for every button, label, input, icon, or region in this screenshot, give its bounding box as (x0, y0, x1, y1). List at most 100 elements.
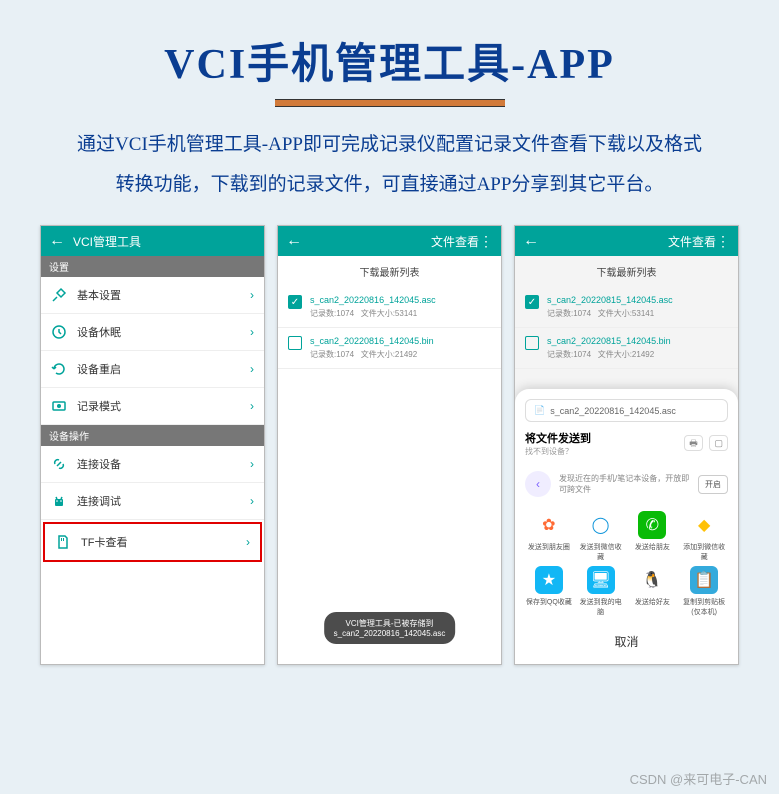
file-info: s_can2_20220815_142045.asc 记录数:1074 文件大小… (547, 293, 728, 321)
file-records: 记录数:1074 (547, 350, 591, 359)
file-name: s_can2_20220816_142045.bin (310, 334, 491, 348)
share-app[interactable]: ✆ 发送给朋友 (629, 511, 677, 562)
qq-fav-icon: ★ (535, 566, 563, 594)
menu-label: TF卡查看 (81, 534, 246, 550)
share-app[interactable]: ★保存到QQ收藏 (525, 566, 573, 617)
share-prompt-row: 将文件发送到 找不到设备？ 🖶 ▢ (525, 430, 728, 457)
clipboard-icon: 📋 (690, 566, 718, 594)
menu-item-device-sleep[interactable]: 设备休眠 › (41, 314, 264, 351)
topbar-title: 文件查看 (310, 233, 479, 250)
send-pc-icon: 🖥 (587, 566, 615, 594)
file-size: 文件大小:21492 (361, 350, 417, 359)
more-icon[interactable]: ⋮ (716, 233, 730, 250)
phone-3-share-sheet: ← 文件查看 ⋮ 下载最新列表 ✓ s_can2_20220815_142045… (514, 225, 739, 665)
file-records: 记录数:1074 (310, 350, 354, 359)
app-label: 发送到我的电脑 (577, 597, 625, 617)
back-icon[interactable]: ← (49, 232, 65, 250)
cancel-button[interactable]: 取消 (525, 623, 728, 654)
app-label: 添加到微信收藏 (680, 542, 728, 562)
file-icon: 📄 (534, 405, 545, 416)
file-row[interactable]: s_can2_20220815_142045.bin 记录数:1074 文件大小… (515, 328, 738, 369)
share-app[interactable]: 📋 复制到剪贴板(仅本机) (680, 566, 728, 617)
more-icon[interactable]: ⋮ (479, 233, 493, 250)
wechat-icon: ✆ (638, 511, 666, 539)
link-icon (51, 456, 67, 472)
chevron-right-icon: › (250, 288, 254, 302)
share-app[interactable]: ◆ 添加到微信收藏 (680, 511, 728, 562)
checkbox-icon[interactable]: ✓ (525, 295, 539, 309)
share-file-tag: 📄 s_can2_20220816_142045.asc (525, 399, 728, 422)
hint-text: 发现近在的手机/笔记本设备，开放即可跨文件 (559, 473, 690, 495)
print-icon[interactable]: 🖶 (684, 435, 703, 451)
topbar: ← VCI管理工具 (41, 226, 264, 256)
menu-label: 设备重启 (77, 361, 250, 377)
app-label: 发送到微信收藏 (577, 542, 625, 562)
menu-label: 设备休眠 (77, 324, 250, 340)
file-size: 文件大小:53141 (361, 309, 417, 318)
file-row[interactable]: s_can2_20220816_142045.bin 记录数:1074 文件大小… (278, 328, 501, 369)
file-records: 记录数:1074 (310, 309, 354, 318)
open-button[interactable]: 开启 (698, 475, 728, 494)
toast-line: s_can2_20220816_142045.asc (334, 629, 446, 638)
wechat-fav-icon: ◯ (587, 511, 615, 539)
highlight-box: TF卡查看 › (43, 522, 262, 562)
menu-item-tf-card[interactable]: TF卡查看 › (45, 524, 260, 560)
android-icon (51, 493, 67, 509)
record-icon (51, 398, 67, 414)
toast-line: VCI管理工具-已被存储到 (334, 618, 446, 629)
watermark-text: CSDN @来可电子-CAN (630, 769, 767, 788)
menu-item-device-restart[interactable]: 设备重启 › (41, 351, 264, 388)
share-app[interactable]: ✿发送到朋友圈 (525, 511, 573, 562)
menu-item-basic-settings[interactable]: 基本设置 › (41, 277, 264, 314)
file-name: s_can2_20220816_142045.asc (310, 293, 491, 307)
file-name: s_can2_20220815_142045.bin (547, 334, 728, 348)
tools-icon (51, 287, 67, 303)
moments-icon: ✿ (535, 511, 563, 539)
share-app[interactable]: 🖥 发送到我的电脑 (577, 566, 625, 617)
chevron-right-icon: › (250, 457, 254, 471)
clock-icon (51, 324, 67, 340)
back-icon[interactable]: ← (523, 232, 539, 250)
qq-icon: 🐧 (638, 566, 666, 594)
chevron-right-icon: › (250, 399, 254, 413)
menu-label: 连接设备 (77, 456, 250, 472)
phone-2-file-list: ← 文件查看 ⋮ 下载最新列表 ✓ s_can2_20220816_142045… (277, 225, 502, 665)
toast-message: VCI管理工具-已被存储到 s_can2_20220816_142045.asc (324, 612, 456, 644)
app-label: 发送给朋友 (629, 542, 677, 552)
chevron-right-icon: › (250, 494, 254, 508)
menu-item-record-mode[interactable]: 记录模式 › (41, 388, 264, 425)
menu-label: 记录模式 (77, 398, 250, 414)
checkbox-icon[interactable] (525, 336, 539, 350)
app-label: 复制到剪贴板(仅本机) (680, 597, 728, 617)
file-row[interactable]: ✓ s_can2_20220816_142045.asc 记录数:1074 文件… (278, 287, 501, 328)
app-label: 发送给好友 (629, 597, 677, 607)
wechat-collect-icon: ◆ (690, 511, 718, 539)
file-row[interactable]: ✓ s_can2_20220815_142045.asc 记录数:1074 文件… (515, 287, 738, 328)
checkbox-icon[interactable] (288, 336, 302, 350)
back-icon[interactable]: ← (286, 232, 302, 250)
menu-label: 基本设置 (77, 287, 250, 303)
file-info: s_can2_20220815_142045.bin 记录数:1074 文件大小… (547, 334, 728, 362)
menu-item-connect-device[interactable]: 连接设备 › (41, 446, 264, 483)
menu-label: 连接调试 (77, 493, 250, 509)
list-subheader: 下载最新列表 (515, 256, 738, 287)
phone-1-settings: ← VCI管理工具 设置 基本设置 › 设备休眠 › 设备重启 › (40, 225, 265, 665)
menu-item-connect-debug[interactable]: 连接调试 › (41, 483, 264, 520)
chevron-right-icon: › (250, 362, 254, 376)
topbar-title: 文件查看 (547, 233, 716, 250)
refresh-icon (51, 361, 67, 377)
topbar-title: VCI管理工具 (73, 233, 256, 250)
chevron-right-icon: › (250, 325, 254, 339)
screen-icon[interactable]: ▢ (709, 435, 728, 451)
share-prompt-title: 将文件发送到 (525, 430, 591, 446)
share-sheet: 📄 s_can2_20220816_142045.asc 将文件发送到 找不到设… (515, 389, 738, 664)
share-app[interactable]: ◯ 发送到微信收藏 (577, 511, 625, 562)
page-title: VCI手机管理工具-APP (40, 30, 739, 91)
checkbox-icon[interactable]: ✓ (288, 295, 302, 309)
file-name: s_can2_20220815_142045.asc (547, 293, 728, 307)
share-app[interactable]: 🐧 发送给好友 (629, 566, 677, 617)
file-size: 文件大小:21492 (598, 350, 654, 359)
share-prompt-sub[interactable]: 找不到设备？ (525, 446, 591, 457)
file-info: s_can2_20220816_142045.asc 记录数:1074 文件大小… (310, 293, 491, 321)
chevron-right-icon: › (246, 535, 250, 549)
